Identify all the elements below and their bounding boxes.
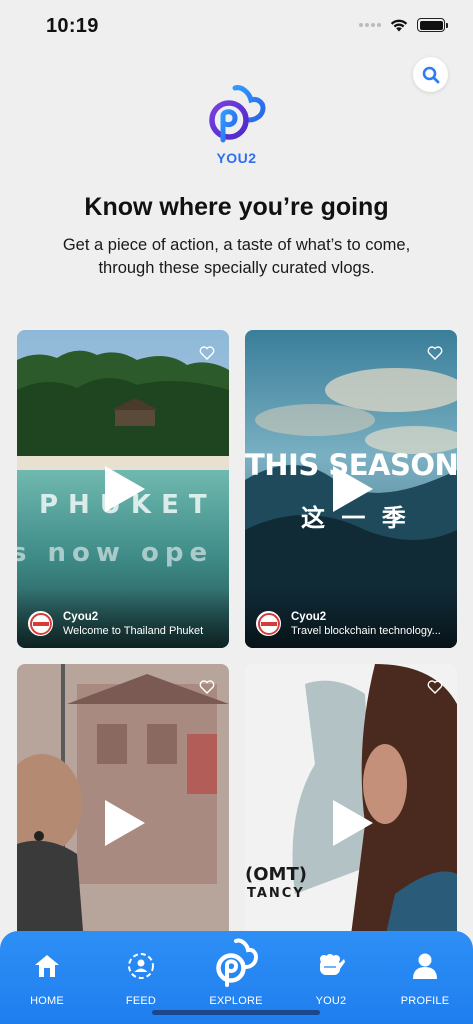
- fist-icon: [320, 954, 345, 975]
- heart-icon[interactable]: [427, 680, 443, 694]
- signal-icon: [359, 23, 381, 27]
- card-author: Cyou2: [63, 611, 99, 623]
- overlay-text-line2: TANCY: [247, 886, 305, 901]
- overlay-text-line2: s now ope: [17, 538, 214, 568]
- search-icon: [422, 66, 439, 83]
- avatar: [28, 611, 53, 636]
- vlog-card[interactable]: PHUKET s now ope Cyou2 Welcome to Thaila…: [17, 330, 229, 648]
- heart-icon[interactable]: [199, 680, 215, 694]
- status-bar: 10:19: [0, 0, 473, 54]
- you2-logo: [209, 85, 266, 143]
- card-title: Welcome to Thailand Phuket: [63, 625, 204, 637]
- play-icon[interactable]: [333, 800, 373, 846]
- avatar: [256, 611, 281, 636]
- play-icon[interactable]: [105, 800, 145, 846]
- page-title: Know where you’re going: [84, 193, 389, 221]
- wifi-icon: [390, 19, 408, 32]
- heart-icon[interactable]: [199, 346, 215, 360]
- play-icon[interactable]: [105, 466, 145, 512]
- tab-label: PROFILE: [400, 995, 450, 1007]
- battery-icon: [417, 18, 448, 32]
- explore-logo-icon: [216, 938, 258, 987]
- brand-name: YOU2: [216, 150, 257, 166]
- tab-home[interactable]: HOME: [0, 931, 94, 1024]
- play-icon[interactable]: [333, 466, 373, 512]
- home-icon: [35, 955, 59, 977]
- tab-label: YOU2: [315, 995, 347, 1007]
- page-subtitle: Get a piece of action, a taste of what’s…: [62, 236, 411, 277]
- tab-label: HOME: [30, 995, 64, 1007]
- vlog-card[interactable]: THIS SEASON 这 一 季 Cyou2 Travel blockchai…: [245, 330, 457, 648]
- tab-profile[interactable]: PROFILE: [378, 931, 472, 1024]
- status-time: 10:19: [46, 15, 99, 37]
- card-title: Travel blockchain technology...: [291, 625, 441, 637]
- tab-label: EXPLORE: [209, 995, 263, 1007]
- person-icon: [413, 953, 437, 979]
- overlay-text-line1: (OMT): [245, 864, 307, 885]
- card-author: Cyou2: [291, 611, 327, 623]
- heart-icon[interactable]: [427, 346, 443, 360]
- status-icons: [359, 18, 448, 32]
- overlay-text-line2: 这 一 季: [301, 504, 410, 532]
- home-indicator: [152, 1010, 320, 1015]
- feed-icon: [128, 953, 154, 979]
- tab-label: FEED: [125, 995, 157, 1007]
- search-button[interactable]: [413, 57, 448, 92]
